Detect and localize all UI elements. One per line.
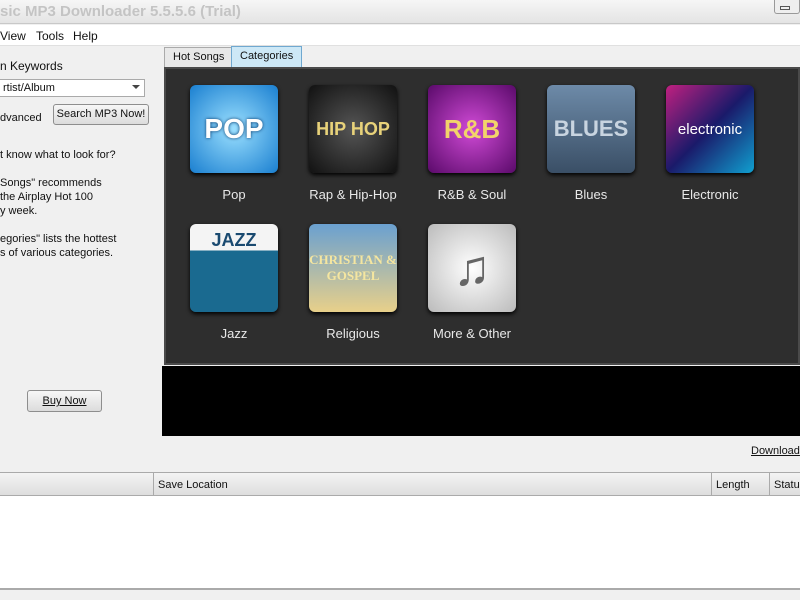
help-text: t know what to look for? Songs" recommen… — [0, 148, 116, 260]
combo-value: rtist/Album — [3, 82, 55, 94]
search-button[interactable]: Search MP3 Now! — [53, 104, 149, 125]
menu-tools[interactable]: Tools — [36, 29, 64, 43]
window-title: sic MP3 Downloader 5.5.5.6 (Trial) — [0, 3, 241, 20]
categories-panel: POP Pop HIP HOP Rap & Hip-Hop R&B R&B & Sou… — [164, 67, 800, 365]
category-label: Religious — [326, 326, 380, 341]
help-line: the Airplay Hot 100 — [0, 191, 93, 203]
chevron-down-icon[interactable] — [132, 85, 140, 89]
jazz-art-icon: JAZZ — [190, 224, 278, 312]
blues-art-icon: BLUES — [547, 85, 635, 173]
download-table: Save Location Length Statu — [0, 472, 800, 590]
hiphop-art-icon: HIP HOP — [309, 85, 397, 173]
category-rap[interactable]: HIP HOP Rap & Hip-Hop — [298, 85, 408, 202]
tab-hot-songs[interactable]: Hot Songs — [164, 47, 234, 67]
column-header-save-location[interactable]: Save Location — [154, 473, 712, 496]
category-electronic[interactable]: electronic Electronic — [655, 85, 765, 202]
category-label: Pop — [222, 187, 246, 202]
column-header-name[interactable] — [0, 473, 154, 496]
category-religious[interactable]: CHRISTIAN & GOSPEL Religious — [298, 224, 408, 341]
pop-art-icon: POP — [190, 85, 278, 173]
electronic-art-icon: electronic — [666, 85, 754, 173]
search-heading: n Keywords — [0, 59, 63, 73]
category-jazz[interactable]: JAZZ Jazz — [179, 224, 289, 341]
help-line: y week. — [0, 205, 38, 217]
menu-view[interactable]: View — [0, 29, 26, 43]
menu-bar: View Tools Help — [0, 25, 800, 46]
menu-help[interactable]: Help — [73, 29, 98, 43]
download-link[interactable]: Download — [751, 445, 800, 457]
rnb-art-icon: R&B — [428, 85, 516, 173]
category-label: Blues — [574, 187, 608, 202]
category-label: Electronic — [681, 187, 739, 202]
help-line: egories" lists the hottest — [0, 233, 117, 245]
help-line: Songs" recommends — [0, 177, 102, 189]
help-line: s of various categories. — [0, 247, 114, 259]
category-blues[interactable]: BLUES Blues — [536, 85, 646, 202]
category-label: R&B & Soul — [437, 187, 507, 202]
category-pop[interactable]: POP Pop — [179, 85, 289, 202]
minimize-icon — [780, 6, 790, 10]
minimize-button[interactable] — [774, 0, 800, 14]
column-header-status[interactable]: Statu — [770, 473, 800, 496]
player-area — [162, 366, 800, 436]
buy-now-button[interactable]: Buy Now — [27, 390, 102, 412]
help-line: t know what to look for? — [0, 149, 116, 161]
category-label: Jazz — [220, 326, 248, 341]
category-label: Rap & Hip-Hop — [309, 187, 397, 202]
religious-art-icon: CHRISTIAN & GOSPEL — [309, 224, 397, 312]
advanced-option[interactable]: dvanced — [0, 112, 42, 124]
music-note-icon: ♫ — [428, 224, 516, 312]
column-header-length[interactable]: Length — [712, 473, 770, 496]
category-label: More & Other — [432, 326, 512, 341]
title-bar: sic MP3 Downloader 5.5.5.6 (Trial) — [0, 0, 800, 24]
tab-categories[interactable]: Categories — [231, 46, 303, 67]
category-rnb[interactable]: R&B R&B & Soul — [417, 85, 527, 202]
search-type-combo[interactable]: rtist/Album — [0, 79, 145, 97]
category-more-other[interactable]: ♫ More & Other — [417, 224, 527, 341]
